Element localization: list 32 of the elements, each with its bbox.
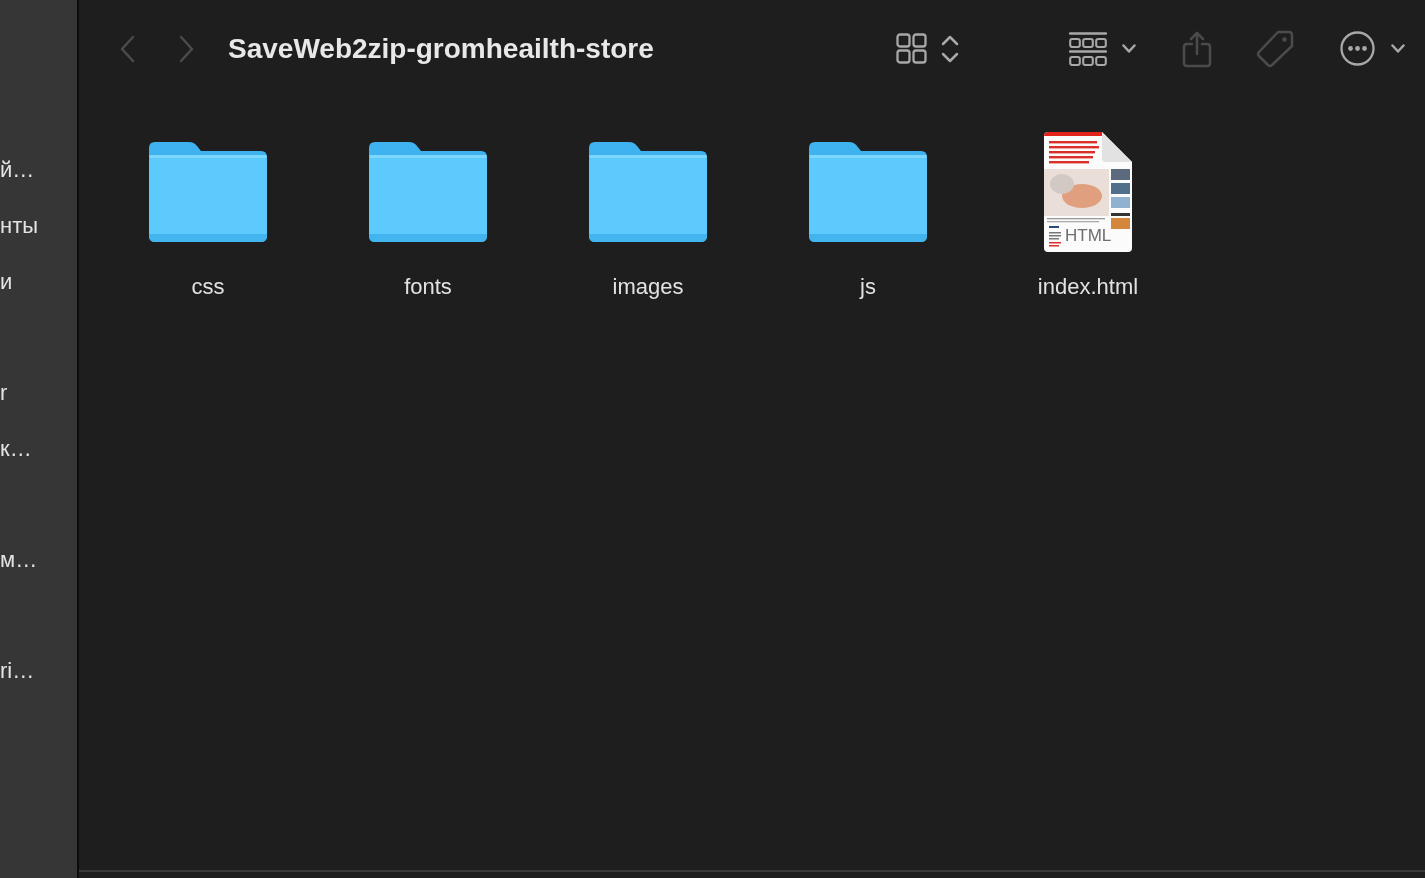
tag-icon [1256, 29, 1294, 68]
group-button[interactable] [1069, 31, 1136, 66]
sidebar-item[interactable]: к… [0, 421, 32, 477]
chevron-right-icon [178, 34, 194, 63]
folder-icon[interactable] [369, 142, 487, 242]
more-icon [1340, 31, 1375, 66]
sidebar-item[interactable]: нты [0, 198, 39, 254]
file-name[interactable]: css [191, 274, 225, 300]
up-down-chevron-icon [941, 34, 959, 63]
file-name[interactable]: images [612, 274, 684, 300]
chevron-left-icon [120, 34, 136, 63]
grid-icon [896, 33, 927, 64]
share-icon [1182, 29, 1212, 68]
file-name[interactable]: fonts [404, 274, 452, 300]
chevron-down-icon [1391, 44, 1405, 53]
rows-of-squares-icon [1069, 31, 1107, 66]
chevron-down-icon [1122, 44, 1136, 53]
more-button[interactable] [1340, 31, 1405, 66]
window-title: SaveWeb2zip-gromheailth-store [228, 32, 655, 65]
sidebar-item[interactable]: й… [0, 142, 35, 198]
sidebar-item[interactable]: и [0, 254, 13, 310]
sidebar-item[interactable]: r [0, 365, 8, 421]
file-name[interactable]: js [860, 274, 876, 300]
file-type-label: HTML [1065, 227, 1112, 245]
folder-icon[interactable] [589, 142, 707, 242]
view-options-button[interactable] [896, 33, 959, 64]
sidebar-item[interactable]: ri… [0, 643, 35, 699]
web-page-thumbnail-icon[interactable] [1044, 132, 1132, 252]
file-name[interactable]: index.html [1037, 274, 1139, 300]
folder-icon[interactable] [149, 142, 267, 242]
folder-icon[interactable] [809, 142, 927, 242]
sidebar-item[interactable]: м… [0, 532, 38, 588]
